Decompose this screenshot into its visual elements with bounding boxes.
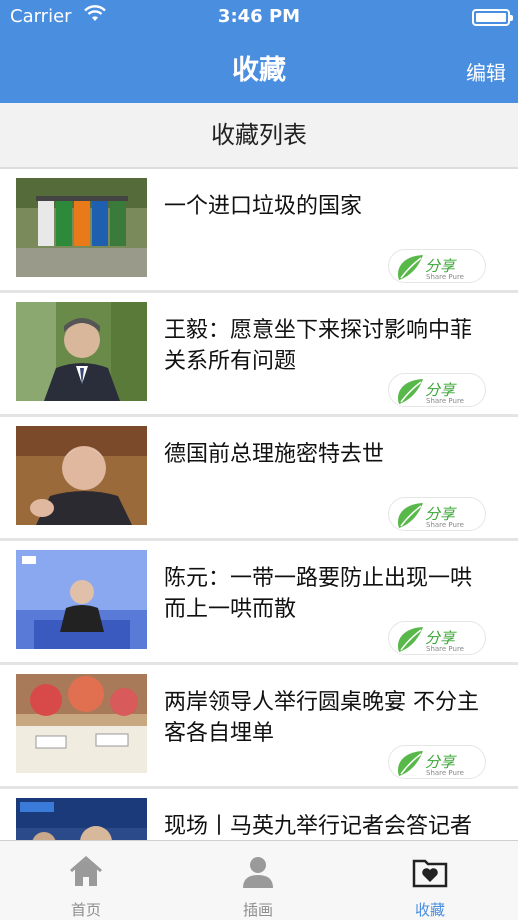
- thumbnail-image: [16, 426, 147, 525]
- item-title: 一个进口垃圾的国家: [164, 194, 363, 219]
- thumbnail-image: [16, 302, 147, 401]
- item-title: 王毅：愿意坐下来探讨影响中菲关系所有问题: [164, 318, 473, 374]
- list-item[interactable]: 王毅：愿意坐下来探讨影响中菲关系所有问题 分享 Share Pure: [0, 293, 518, 414]
- list-item[interactable]: 陈元：一带一路要防止出现一哄而上一哄而散 分享 Share Pure: [0, 541, 518, 662]
- share-button[interactable]: 分享 Share Pure: [388, 249, 486, 283]
- home-icon: [70, 856, 102, 886]
- share-badge-sub: Share Pure: [426, 521, 464, 529]
- share-badge-sub: Share Pure: [426, 273, 464, 281]
- tab-label: 插画: [242, 901, 273, 919]
- thumbnail-image: [16, 674, 147, 773]
- header: Carrier 3:46 PM 收藏 编辑: [0, 0, 518, 103]
- list-item[interactable]: 现场丨马英九举行记者会答记者问（下）: [0, 789, 518, 840]
- tab-home[interactable]: 首页: [0, 841, 172, 920]
- page-title: 收藏: [232, 55, 286, 86]
- item-title: 两岸领导人举行圆桌晚宴 不分主客各自埋单: [164, 690, 479, 746]
- item-title: 德国前总理施密特去世: [164, 442, 385, 467]
- tab-label: 收藏: [414, 901, 445, 919]
- thumbnail-image: [16, 798, 147, 840]
- tab-bar: 首页 插画 收藏: [0, 840, 518, 920]
- item-title: 陈元：一带一路要防止出现一哄而上一哄而散: [164, 566, 473, 622]
- nav-bar: 收藏 编辑: [0, 34, 518, 103]
- person-icon: [243, 857, 273, 888]
- share-badge-sub: Share Pure: [426, 645, 464, 653]
- share-badge-sub: Share Pure: [426, 769, 464, 777]
- edit-button[interactable]: 编辑: [466, 57, 506, 86]
- favorites-list[interactable]: 一个进口垃圾的国家 分享 Share Pure 王毅：愿意坐下来探讨影响中菲关系…: [0, 169, 518, 840]
- leaf-icon: [398, 751, 423, 776]
- list-item[interactable]: 德国前总理施密特去世 分享 Share Pure: [0, 417, 518, 538]
- leaf-icon: [398, 503, 423, 528]
- thumbnail-image: [16, 550, 147, 649]
- share-badge-sub: Share Pure: [426, 397, 464, 405]
- share-button[interactable]: 分享 Share Pure: [388, 745, 486, 779]
- thumbnail-image: [16, 178, 147, 277]
- tab-label: 首页: [70, 901, 101, 919]
- status-bar: Carrier 3:46 PM: [0, 0, 518, 34]
- folder-heart-icon: [412, 859, 448, 888]
- battery-icon: [472, 9, 513, 26]
- leaf-icon: [398, 379, 423, 404]
- share-button[interactable]: 分享 Share Pure: [388, 621, 486, 655]
- share-button[interactable]: 分享 Share Pure: [388, 373, 486, 407]
- tab-illustration[interactable]: 插画: [172, 841, 344, 920]
- section-title: 收藏列表: [211, 121, 307, 149]
- leaf-icon: [398, 255, 423, 280]
- leaf-icon: [398, 627, 423, 652]
- item-title: 现场丨马英九举行记者会答记者问（下）: [164, 814, 473, 839]
- tab-favorites[interactable]: 收藏: [344, 841, 516, 920]
- list-item[interactable]: 一个进口垃圾的国家 分享 Share Pure: [0, 169, 518, 290]
- clock: 3:46 PM: [217, 6, 301, 27]
- list-item[interactable]: 两岸领导人举行圆桌晚宴 不分主客各自埋单 分享 Share Pure: [0, 665, 518, 786]
- section-header: 收藏列表: [0, 103, 518, 169]
- share-button[interactable]: 分享 Share Pure: [388, 497, 486, 531]
